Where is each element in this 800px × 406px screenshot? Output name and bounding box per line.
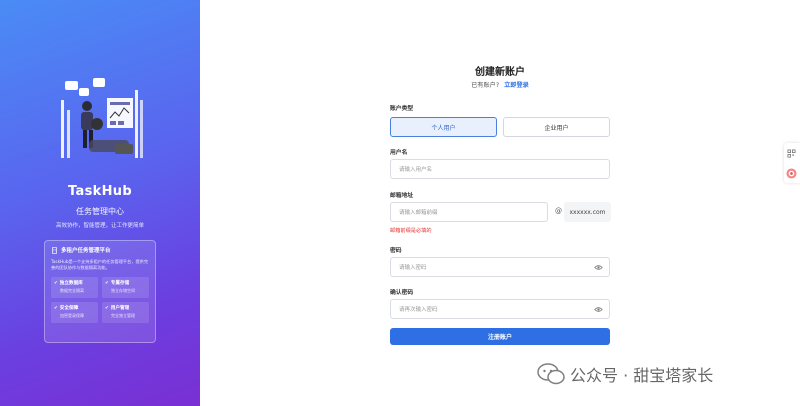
- info-card: 多租户任务管理平台 TaskHub是一个支持多租户的任务管理平台，提供完善的团队…: [44, 240, 156, 343]
- feature-item: ✔ 专属存储 独立存储空间: [102, 277, 149, 298]
- check-icon: ✔: [105, 305, 109, 311]
- feature-desc: 完全独立管理: [111, 313, 135, 318]
- eye-icon[interactable]: [594, 306, 603, 313]
- username-label: 用户名: [390, 150, 408, 156]
- confirm-password-placeholder: 请再次输入密码: [399, 307, 438, 313]
- email-label: 邮箱地址: [390, 193, 414, 199]
- wechat-icon: [537, 363, 565, 385]
- feature-title: 独立数据库: [59, 281, 83, 286]
- account-type-label: 账户类型: [390, 106, 414, 112]
- email-domain: xxxxxx.com: [564, 202, 611, 222]
- feature-title: 用户管理: [110, 306, 130, 311]
- password-placeholder: 请输入密码: [399, 265, 427, 271]
- password-input[interactable]: 请输入密码: [390, 257, 610, 277]
- watermark: 公众号 · 甜宝塔家长: [537, 362, 713, 386]
- feature-grid: ✔ 独立数据库 数据完全隔离 ✔ 专属存储 独立存储空间 ✔ 安全保障 加密登录保障 …: [51, 277, 149, 323]
- at-sign: @: [555, 207, 562, 215]
- assistant-icon[interactable]: [786, 168, 797, 179]
- confirm-password-label: 确认密码: [390, 290, 414, 296]
- email-placeholder: 请输入邮箱前缀: [399, 210, 438, 216]
- confirm-password-input[interactable]: 请再次输入密码: [390, 299, 610, 319]
- info-card-description: TaskHub是一个支持多租户的任务管理平台，提供完善的团队协作与数据隔离功能。: [51, 259, 149, 270]
- feature-item: ✔ 安全保障 加密登录保障: [51, 302, 98, 323]
- check-icon: ✔: [54, 280, 58, 286]
- side-toolbar: [784, 143, 800, 183]
- login-link[interactable]: 立即登录: [504, 82, 529, 89]
- check-icon: ✔: [54, 305, 58, 311]
- brand-slogan: 高效协作，智能管理，让工作更简单: [55, 223, 144, 229]
- enterprise-account-button[interactable]: 企业用户: [503, 117, 610, 137]
- info-card-title: 多租户任务管理平台: [61, 248, 111, 254]
- email-prefix-input[interactable]: 请输入邮箱前缀: [390, 202, 548, 222]
- brand-panel: TaskHub 任务管理中心 高效协作，智能管理，让工作更简单 多租户任务管理平…: [0, 0, 200, 406]
- brand-name: TaskHub: [68, 184, 132, 199]
- password-label: 密码: [390, 248, 402, 254]
- eye-icon[interactable]: [594, 264, 603, 271]
- building-icon: [52, 246, 57, 254]
- brand-subtitle: 任务管理中心: [76, 207, 124, 216]
- info-card-header: 多租户任务管理平台: [51, 246, 149, 254]
- register-button[interactable]: 注册账户: [390, 328, 610, 345]
- team-illustration: [61, 78, 143, 158]
- watermark-text: 公众号 · 甜宝塔家长: [570, 366, 714, 385]
- feature-desc: 数据完全隔离: [60, 288, 84, 293]
- check-icon: ✔: [105, 280, 109, 286]
- feature-item: ✔ 独立数据库 数据完全隔离: [51, 277, 98, 298]
- qr-code-icon[interactable]: [787, 149, 796, 158]
- username-input[interactable]: 请输入用户名: [390, 159, 610, 179]
- feature-title: 专属存储: [110, 281, 130, 286]
- feature-title: 安全保障: [59, 306, 79, 311]
- feature-item: ✔ 用户管理 完全独立管理: [102, 302, 149, 323]
- register-page: TaskHub 任务管理中心 高效协作，智能管理，让工作更简单 多租户任务管理平…: [0, 0, 800, 406]
- personal-account-button[interactable]: 个人用户: [390, 117, 497, 137]
- register-form: 创建新账户 已有账户? 立即登录 账户类型 个人用户 企业用户 用户名 请输入用…: [200, 0, 800, 406]
- have-account-text: 已有账户?: [471, 82, 500, 89]
- feature-desc: 独立存储空间: [111, 288, 135, 293]
- login-prompt: 已有账户? 立即登录: [200, 80, 800, 89]
- username-placeholder: 请输入用户名: [399, 167, 433, 173]
- feature-desc: 加密登录保障: [60, 313, 84, 318]
- email-error-message: 邮箱前缀是必填的: [390, 228, 432, 234]
- form-title: 创建新账户: [475, 67, 525, 78]
